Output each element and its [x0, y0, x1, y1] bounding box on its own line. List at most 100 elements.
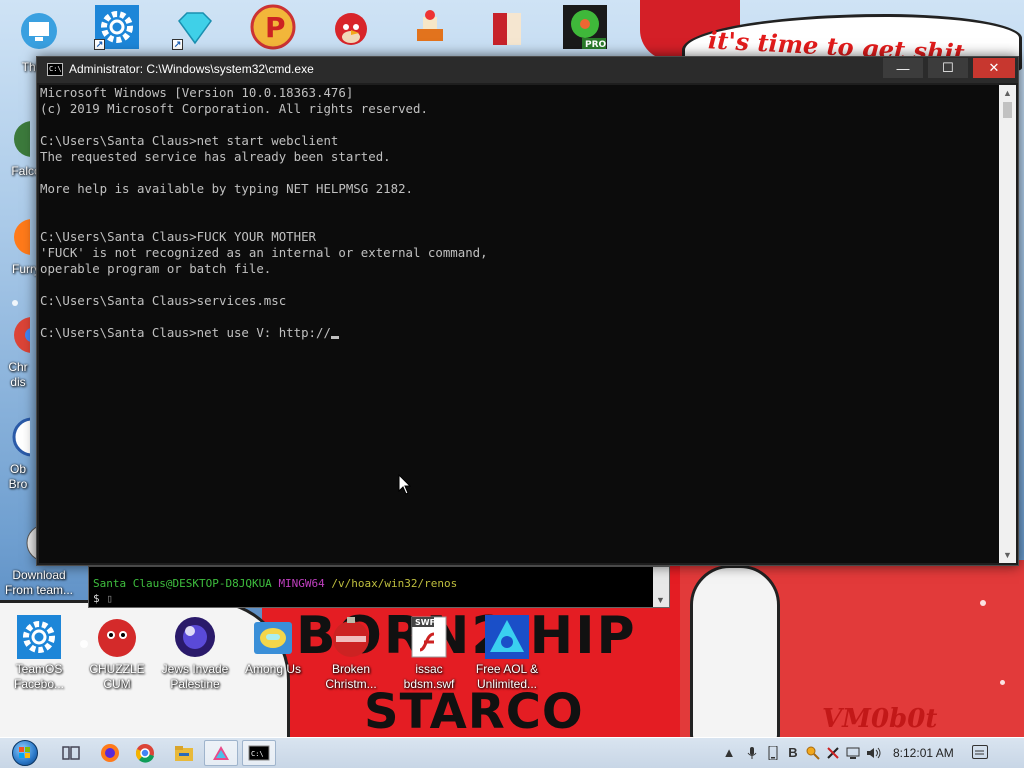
desktop-icon-chuzzle[interactable]: CHUZZLE CUM	[80, 614, 154, 692]
taskbar-app[interactable]	[204, 740, 238, 766]
taskbar-file-explorer[interactable]	[167, 740, 201, 766]
scroll-up-icon[interactable]: ▲	[999, 85, 1016, 101]
firefox-icon	[10, 214, 30, 260]
console-line: Microsoft Windows [Version 10.0.18363.47…	[40, 85, 354, 100]
start-button[interactable]	[4, 738, 46, 768]
git-bash-user-host: Santa Claus@DESKTOP-D8JQKUA	[93, 577, 272, 590]
santa-ship-icon	[406, 4, 452, 50]
minimize-icon: —	[896, 60, 910, 76]
console-line: C:\Users\Santa Claus>net start webclient	[40, 133, 339, 148]
desktop-icon-christmas-card[interactable]	[470, 4, 544, 50]
desktop-icon-broken-christmas[interactable]: Broken Christm...	[314, 614, 388, 692]
desktop-icon-label: Free AOL & Unlimited...	[475, 662, 539, 691]
desktop-icon-icq[interactable]: PRO	[548, 4, 622, 50]
monitor-icon	[16, 8, 62, 54]
orb-icon	[172, 614, 218, 660]
console-line: More help is available by typing NET HEL…	[40, 181, 413, 196]
cmd-console-output[interactable]: Microsoft Windows [Version 10.0.18363.47…	[39, 85, 999, 563]
obama-icon	[10, 414, 30, 460]
cmd-window[interactable]: C:\ Administrator: C:\Windows\system32\c…	[36, 56, 1019, 566]
console-input-line[interactable]: C:\Users\Santa Claus>net use V: http://	[40, 325, 999, 341]
desktop-icon-label: Among Us	[244, 662, 302, 676]
christmas-card-icon	[484, 4, 530, 50]
taskbar-firefox[interactable]	[93, 740, 127, 766]
volume-icon[interactable]	[866, 746, 881, 760]
desktop-icon-angry-birds[interactable]	[314, 4, 388, 50]
microphone-icon[interactable]	[745, 746, 759, 760]
scrollbar-thumb[interactable]	[1003, 102, 1012, 118]
desktop-icon-this-pc[interactable]	[2, 8, 76, 54]
wallpaper-signature: VM0b0t	[822, 704, 938, 734]
desktop-icon-label: issac bdsm.swf	[403, 662, 455, 691]
chuzzle-icon	[94, 614, 140, 660]
scroll-down-icon[interactable]: ▼	[999, 547, 1016, 563]
among-us-icon	[250, 614, 296, 660]
desktop-icon-swf-file[interactable]: SWF issac bdsm.swf	[392, 614, 466, 692]
icq-flower-icon: PRO	[562, 4, 608, 50]
notification-center-icon[interactable]	[972, 745, 988, 759]
network-icon[interactable]	[846, 746, 860, 760]
chevron-down-icon[interactable]: ▼	[656, 595, 665, 605]
desktop-icon-jews-invade-palestine[interactable]: Jews Invade Palestine	[158, 614, 232, 692]
gear-icon: ↗	[94, 4, 140, 50]
search-icon[interactable]	[806, 746, 820, 760]
wallpaper-starco-text: STARCO	[364, 684, 584, 740]
desktop-icon-label: Jews Invade Palestine	[161, 662, 229, 691]
b-icon[interactable]: B	[786, 746, 800, 760]
santa-arm-shape	[690, 565, 780, 745]
chevron-up-icon[interactable]: ▲	[722, 746, 736, 760]
desktop-icon-settings[interactable]: ↗	[80, 4, 154, 50]
console-line: The requested service has already been s…	[40, 149, 391, 164]
mobile-icon[interactable]	[766, 745, 780, 761]
diamond-icon: ↗	[172, 4, 218, 50]
git-bash-dollar: $	[93, 592, 100, 605]
desktop-icon-pinball[interactable]: P	[236, 4, 310, 50]
taskbar-chrome[interactable]	[128, 740, 162, 766]
svg-text:P: P	[265, 11, 286, 44]
console-line: operable program or batch file.	[40, 261, 272, 276]
swf-file-icon: SWF	[406, 614, 452, 660]
git-bash-window[interactable]: Santa Claus@DESKTOP-D8JQKUA MINGW64 /v/h…	[88, 566, 670, 608]
cmd-vertical-scrollbar[interactable]: ▲ ▼	[999, 85, 1016, 563]
console-line: 'FUCK' is not recognized as an internal …	[40, 245, 488, 260]
close-button[interactable]: ✕	[973, 58, 1015, 78]
desktop-icon-among-us[interactable]: Among Us	[236, 614, 310, 677]
desktop-icon-free-aol[interactable]: Free AOL & Unlimited...	[470, 614, 544, 692]
console-line: C:\Users\Santa Claus>FUCK YOUR MOTHER	[40, 229, 317, 244]
snowflake	[1000, 680, 1005, 685]
git-bash-scrollbar[interactable]: ▼	[653, 567, 669, 607]
desktop-icon-diamond[interactable]: ↗	[158, 4, 232, 50]
cmd-titlebar[interactable]: C:\ Administrator: C:\Windows\system32\c…	[37, 57, 1018, 83]
cmd-title: Administrator: C:\Windows\system32\cmd.e…	[69, 62, 314, 76]
chrome-icon	[10, 312, 30, 358]
minimize-button[interactable]: —	[883, 58, 923, 78]
shortcut-arrow-icon: ↗	[94, 39, 105, 50]
task-view-button[interactable]	[54, 740, 88, 766]
desktop-icon-label: Chr dis	[8, 360, 28, 389]
tool-icon[interactable]	[826, 746, 840, 760]
windows-logo-icon	[12, 740, 38, 766]
text-cursor	[330, 336, 339, 339]
maximize-button[interactable]: ☐	[928, 58, 968, 78]
firefox-icon	[101, 744, 119, 762]
taskbar-clock[interactable]: 8:12:01 AM	[893, 746, 954, 760]
close-icon: ✕	[988, 60, 1000, 75]
git-bash-cursor: ▯	[106, 592, 113, 605]
git-bash-input-line[interactable]: $ ▯	[93, 592, 113, 605]
desktop-icon-teamos[interactable]: TeamOS Facebo...	[2, 614, 76, 692]
shortcut-arrow-icon: ↗	[172, 39, 183, 50]
chrome-icon	[135, 744, 154, 763]
maximize-icon: ☐	[942, 60, 954, 75]
taskbar: C:\ ▲ B 8:12:01 AM	[0, 737, 1024, 768]
taskbar-cmd[interactable]: C:\	[242, 740, 276, 766]
desktop-icon-santa-ship[interactable]	[392, 4, 466, 50]
pro-badge: PRO	[585, 40, 607, 50]
git-bash-prompt-line: Santa Claus@DESKTOP-D8JQKUA MINGW64 /v/h…	[93, 577, 457, 590]
desktop-icon-label: CHUZZLE CUM	[89, 662, 145, 691]
console-current-input: C:\Users\Santa Claus>net use V: http://	[40, 325, 331, 340]
git-bash-env: MINGW64	[278, 577, 325, 590]
